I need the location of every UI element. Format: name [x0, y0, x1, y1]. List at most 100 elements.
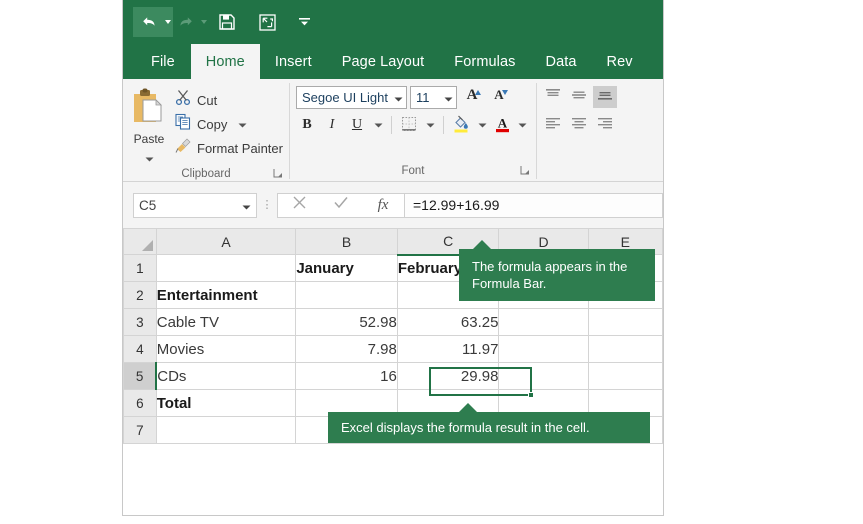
row-header-1[interactable]: 1 [123, 254, 157, 282]
cell-A6[interactable]: Total [155, 389, 297, 417]
tab-file[interactable]: File [135, 44, 191, 79]
column-header-a[interactable]: A [155, 228, 297, 255]
cell-A7[interactable] [155, 416, 297, 444]
cell-C3[interactable]: 63.25 [396, 308, 500, 336]
font-size-value: 11 [416, 90, 430, 105]
bold-button[interactable]: B [296, 114, 318, 136]
row-header-5[interactable]: 5 [123, 362, 158, 390]
clipboard-paste-icon [132, 88, 166, 131]
cell-A1[interactable] [155, 254, 297, 282]
save-button[interactable] [212, 7, 242, 37]
touch-mouse-mode-button[interactable] [252, 7, 282, 37]
cell-E3[interactable] [587, 308, 663, 336]
underline-dropdown-button[interactable] [371, 114, 385, 136]
tab-data[interactable]: Data [531, 44, 592, 79]
font-name-combobox[interactable]: Segoe UI Light [296, 86, 407, 109]
alignment-group-label [537, 164, 647, 181]
formula-value: =12.99+16.99 [413, 197, 500, 213]
align-left-button[interactable] [541, 114, 565, 136]
fill-color-button[interactable] [450, 114, 472, 136]
cell-result-callout-text: Excel displays the formula result in the… [341, 420, 590, 435]
clipboard-dialog-launcher[interactable] [273, 168, 284, 179]
align-top-button[interactable] [541, 86, 565, 108]
cell-B2[interactable] [295, 281, 398, 309]
underline-button[interactable]: U [346, 114, 368, 136]
cut-button[interactable]: Cut [175, 89, 283, 111]
cell-E5[interactable] [587, 362, 663, 390]
cut-label: Cut [197, 92, 218, 108]
undo-button[interactable] [133, 7, 163, 37]
table-row: 3 Cable TV 52.98 63.25 [123, 308, 663, 336]
row-header-7[interactable]: 7 [123, 416, 157, 444]
insert-function-button[interactable]: fx [362, 194, 404, 217]
borders-button[interactable] [398, 114, 420, 136]
format-painter-button[interactable]: Format Painter [175, 137, 283, 159]
cell-B3[interactable]: 52.98 [295, 308, 398, 336]
row-header-6[interactable]: 6 [123, 389, 157, 417]
row-header-2[interactable]: 2 [123, 281, 157, 309]
align-bottom-button[interactable] [593, 86, 617, 108]
formula-bar-buttons: fx [277, 192, 405, 218]
cell-D3[interactable] [498, 308, 589, 336]
triangle-up-icon [475, 90, 481, 95]
align-middle-button[interactable] [567, 86, 591, 108]
align-right-button[interactable] [593, 114, 617, 136]
italic-button[interactable]: I [321, 114, 343, 136]
row-header-4[interactable]: 4 [123, 335, 157, 363]
undo-dropdown-button[interactable] [163, 7, 173, 37]
formula-bar-callout-text: The formula appears in the Formula Bar. [472, 259, 628, 291]
align-center-button[interactable] [567, 114, 591, 136]
font-dialog-launcher[interactable] [520, 165, 531, 176]
column-header-b[interactable]: B [295, 228, 398, 255]
font-size-combobox[interactable]: 11 [410, 86, 457, 109]
cell-A4[interactable]: Movies [155, 335, 297, 363]
redo-dropdown-button[interactable] [199, 7, 209, 37]
increase-font-size-button[interactable]: A [460, 86, 484, 109]
chevron-down-icon[interactable] [145, 149, 154, 167]
formula-bar-grip[interactable]: ⋮ [257, 200, 277, 211]
formula-input[interactable]: =12.99+16.99 [405, 192, 663, 218]
enter-formula-button[interactable] [320, 194, 362, 217]
cell-A2[interactable]: Entertainment [155, 281, 297, 309]
tab-home[interactable]: Home [190, 44, 260, 79]
chevron-down-icon[interactable] [444, 90, 453, 105]
tab-page-layout[interactable]: Page Layout [327, 44, 440, 79]
fill-color-dropdown-button[interactable] [475, 114, 489, 136]
copy-pages-icon [175, 113, 192, 135]
cell-C4[interactable]: 11.97 [396, 335, 500, 363]
cancel-formula-button[interactable] [278, 194, 320, 217]
name-box[interactable]: C5 [133, 192, 257, 218]
ribbon-group-font: Segoe UI Light 11 A A B I U A Font [290, 79, 536, 181]
redo-button[interactable] [173, 7, 199, 37]
decrease-font-size-button[interactable]: A [487, 86, 511, 109]
paste-button[interactable]: Paste [123, 84, 175, 167]
formula-bar: C5 ⋮ fx =12.99+16.99 [123, 182, 663, 228]
tab-insert[interactable]: Insert [260, 44, 327, 79]
row-header-3[interactable]: 3 [123, 308, 157, 336]
tab-formulas[interactable]: Formulas [439, 44, 530, 79]
scissors-icon [175, 89, 192, 111]
cell-B4[interactable]: 7.98 [295, 335, 398, 363]
copy-button[interactable]: Copy [175, 113, 283, 135]
tab-review[interactable]: Rev [592, 44, 648, 79]
font-color-dropdown-button[interactable] [515, 114, 529, 136]
cell-E4[interactable] [587, 335, 663, 363]
chevron-down-icon[interactable] [238, 115, 247, 133]
excel-window: File Home Insert Page Layout Formulas Da… [122, 0, 664, 516]
font-color-button[interactable]: A [492, 114, 512, 136]
borders-dropdown-button[interactable] [423, 114, 437, 136]
copy-label: Copy [197, 116, 228, 132]
cell-B1[interactable]: January [295, 254, 398, 282]
fx-icon: fx [377, 196, 389, 213]
cell-D5[interactable] [498, 362, 589, 390]
customize-qat-button[interactable] [291, 7, 317, 37]
cell-A3[interactable]: Cable TV [155, 308, 297, 336]
cell-D4[interactable] [498, 335, 589, 363]
cell-A5[interactable]: CDs [155, 362, 297, 390]
font-name-value: Segoe UI Light [302, 90, 389, 105]
chevron-down-icon[interactable] [242, 198, 251, 213]
cell-C5[interactable]: 29.98 [396, 362, 500, 390]
chevron-down-icon[interactable] [394, 90, 403, 105]
cell-B5[interactable]: 16 [295, 362, 398, 390]
select-all-button[interactable] [123, 228, 157, 255]
